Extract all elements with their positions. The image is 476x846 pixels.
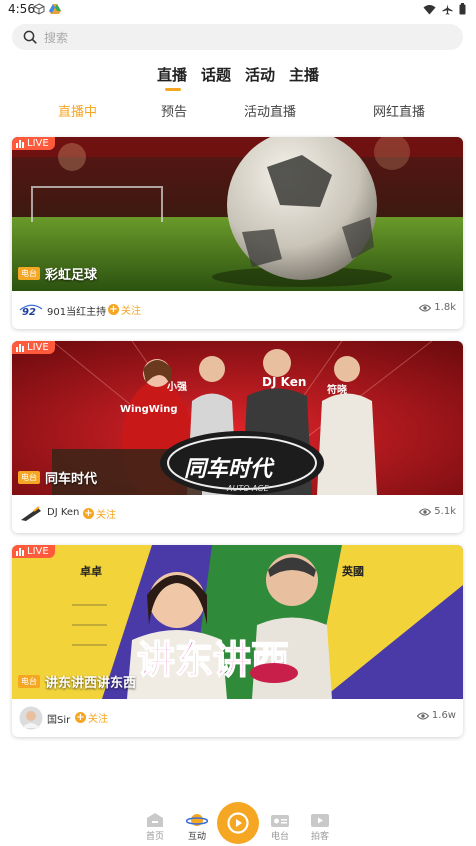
radio-tag: 电台 [18, 471, 40, 484]
search-bar[interactable]: 搜索 [12, 24, 463, 50]
live-badge: LIVE [12, 341, 55, 354]
battery-icon [459, 3, 466, 15]
svg-text:同车时代: 同车时代 [184, 456, 275, 482]
subtab-live-now[interactable]: 直播中 [58, 101, 97, 120]
live-bars-icon [16, 139, 24, 148]
subtab-preview[interactable]: 预告 [161, 101, 187, 120]
radio-icon [271, 815, 289, 827]
planet-icon [186, 814, 208, 826]
main-tabs: 直播 话题 活动 主播 [0, 64, 476, 91]
tab-live[interactable]: 直播 [157, 64, 187, 91]
follow-button[interactable]: + 关注 [83, 506, 116, 521]
search-input[interactable]: 搜索 [44, 29, 68, 46]
radio-tag: 电台 [18, 675, 40, 688]
live-card[interactable]: LIVE 电台 彩虹足球 92 901当红主持 + 关注 1.8k [12, 137, 463, 329]
nav-home[interactable]: 首页 [140, 812, 170, 842]
play-button[interactable] [217, 802, 259, 844]
card-title: 讲东讲西讲东西 [45, 676, 137, 691]
eye-icon [419, 508, 432, 515]
host-logo[interactable]: 92 [19, 300, 43, 320]
nav-interact[interactable]: 互动 [182, 812, 212, 842]
cube-icon [33, 3, 45, 15]
radio-tag: 电台 [18, 267, 40, 280]
wifi-icon [423, 4, 436, 14]
svg-text:WingWing: WingWing [120, 404, 177, 415]
search-icon [23, 30, 37, 44]
live-bars-icon [16, 547, 24, 556]
follow-button[interactable]: + 关注 [108, 302, 141, 317]
host-name[interactable]: 901当红主持 [47, 303, 106, 318]
status-bar: 4:56 [0, 0, 476, 20]
eye-icon [416, 712, 429, 719]
host-name[interactable]: 国Sir [47, 711, 70, 726]
subtab-influencer-live[interactable]: 网红直播 [373, 101, 425, 120]
view-count: 5.1k [419, 506, 456, 517]
live-badge: LIVE [12, 545, 55, 558]
svg-text:92: 92 [22, 307, 36, 317]
tab-events[interactable]: 活动 [245, 64, 275, 85]
card-title: 同车时代 [45, 472, 98, 487]
plus-icon: + [108, 304, 119, 315]
live-card[interactable]: 同车时代 AUTO AGE WingWing 小强 DJ Ken 符晓 LIVE… [12, 341, 463, 533]
host-name[interactable]: DJ Ken [47, 507, 79, 518]
bottom-nav: 首页 互动 电台 拍客 [0, 800, 476, 846]
tab-topics[interactable]: 话题 [201, 64, 231, 85]
svg-text:DJ Ken: DJ Ken [262, 375, 306, 389]
plus-icon: + [75, 712, 86, 723]
live-bars-icon [16, 343, 24, 352]
airplane-icon [442, 4, 453, 15]
plus-icon: + [83, 508, 94, 519]
svg-text:符晓: 符晓 [327, 383, 347, 396]
svg-text:卓卓: 卓卓 [80, 564, 102, 578]
host-avatar[interactable] [19, 706, 43, 730]
svg-text:英國: 英國 [341, 564, 364, 578]
nav-radio[interactable]: 电台 [265, 812, 295, 842]
home-icon [147, 813, 163, 827]
tab-hosts[interactable]: 主播 [289, 64, 319, 85]
card-title: 彩虹足球 [45, 268, 98, 283]
status-time: 4:56 [8, 2, 35, 16]
eye-icon [419, 304, 432, 311]
view-count: 1.8k [419, 302, 456, 313]
card-thumbnail[interactable]: 讲东讲西 卓卓 英國 LIVE 电台 讲东讲西讲东西 [12, 545, 463, 699]
follow-button[interactable]: + 关注 [75, 710, 108, 725]
card-thumbnail[interactable]: 同车时代 AUTO AGE WingWing 小强 DJ Ken 符晓 LIVE… [12, 341, 463, 495]
svg-text:小强: 小强 [166, 380, 187, 393]
nav-vlog[interactable]: 拍客 [305, 812, 335, 842]
card-thumbnail[interactable]: LIVE 电台 彩虹足球 [12, 137, 463, 291]
svg-text:AUTO AGE: AUTO AGE [226, 484, 270, 493]
drive-icon [49, 4, 61, 14]
video-camera-icon [311, 814, 329, 827]
sub-tabs: 直播中 预告 活动直播 网红直播 [0, 101, 476, 120]
play-icon [227, 812, 249, 834]
subtab-event-live[interactable]: 活动直播 [244, 101, 296, 120]
host-avatar[interactable] [19, 504, 43, 524]
live-badge: LIVE [12, 137, 55, 150]
live-card[interactable]: 讲东讲西 卓卓 英國 LIVE 电台 讲东讲西讲东西 国Sir + 关注 1.6w [12, 545, 463, 737]
view-count: 1.6w [416, 710, 456, 721]
